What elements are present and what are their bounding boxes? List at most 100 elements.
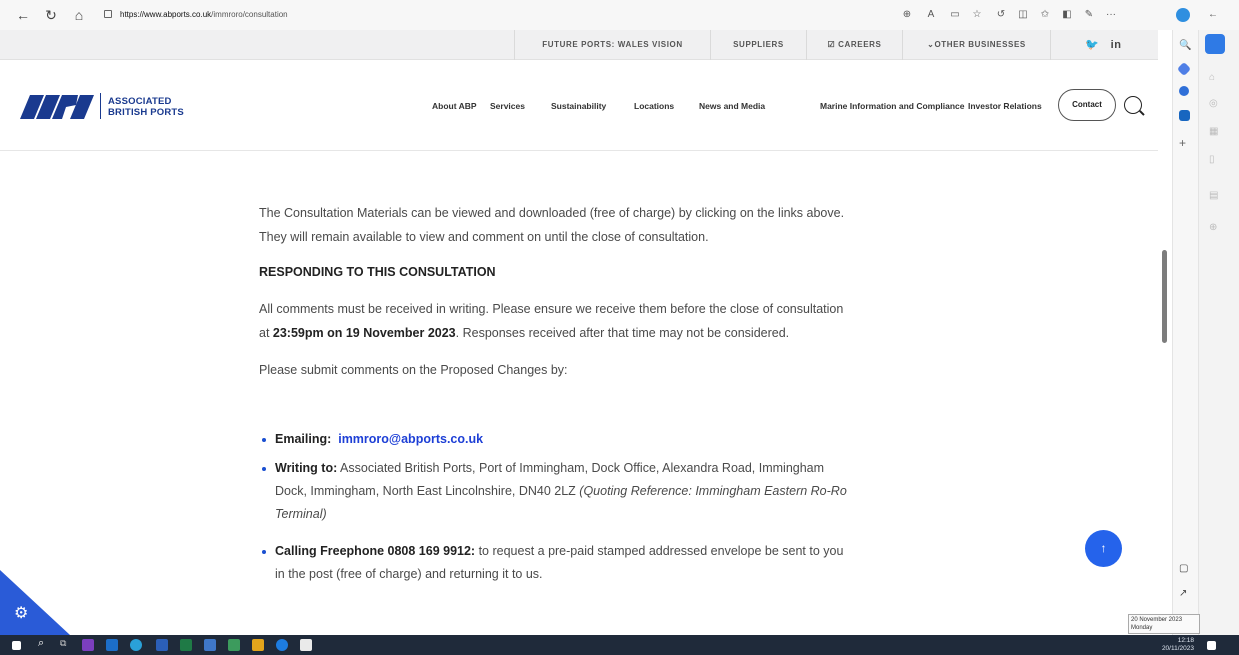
nav-investor-relations[interactable]: Investor Relations [968, 101, 1042, 111]
favorite-star-icon[interactable]: ☆ [970, 8, 984, 22]
nav-sustainability[interactable]: Sustainability [551, 101, 606, 111]
url-host: https://www.abports.co.uk [120, 10, 212, 19]
scrollbar-thumb[interactable] [1162, 250, 1167, 343]
refresh-extension-icon[interactable]: ↺ [994, 8, 1008, 22]
copilot-icon[interactable] [1176, 8, 1190, 22]
app-icon[interactable] [252, 639, 264, 651]
topnav-future-ports[interactable]: FUTURE PORTS: WALES VISION [514, 30, 710, 60]
bullet-dot [262, 550, 266, 554]
topnav-careers[interactable]: ☑ CAREERS [806, 30, 902, 60]
app-icon[interactable] [300, 639, 312, 651]
site-header: ASSOCIATED BRITISH PORTS About ABP Servi… [0, 61, 1158, 151]
chrome-icon[interactable] [276, 639, 288, 651]
collections-icon[interactable]: ◧ [1060, 8, 1074, 22]
list-item-calling: Calling Freephone 0808 169 9912: to requ… [275, 540, 925, 586]
tools-icon[interactable] [1179, 86, 1189, 96]
logo-line-1: ASSOCIATED [108, 96, 172, 107]
settings-circle-icon[interactable]: ⊕ [1209, 222, 1223, 236]
respond-line-2: at 23:59pm on 19 November 2023. Response… [259, 322, 939, 345]
app-icon[interactable] [228, 639, 240, 651]
top-utility-nav: FUTURE PORTS: WALES VISION SUPPLIERS ☑ C… [0, 30, 1158, 60]
search-icon[interactable]: ⌕ [38, 637, 50, 649]
back-to-top-button[interactable]: ↑ [1085, 530, 1122, 567]
split-screen-icon[interactable]: ◫ [1016, 8, 1030, 22]
nav-about[interactable]: About ABP [432, 101, 477, 111]
shopping-icon[interactable] [1176, 61, 1192, 77]
external-link-icon[interactable]: ↗ [1179, 588, 1193, 602]
layout-icon[interactable]: ▢ [1179, 563, 1193, 577]
reload-icon[interactable]: ↻ [42, 6, 60, 24]
writing-ref-2: Terminal) [275, 507, 327, 521]
calling-text-2: in the post (free of charge) and returni… [275, 567, 543, 581]
deadline: 23:59pm on 19 November 2023 [272, 326, 456, 340]
sidebar-collapse-icon[interactable]: ← [1206, 8, 1220, 22]
notification-icon[interactable] [1207, 641, 1216, 650]
date-tooltip: 20 November 2023 Monday [1128, 614, 1200, 634]
notes-icon[interactable]: ▤ [1209, 190, 1223, 204]
outlook-icon[interactable] [1179, 110, 1190, 121]
topnav-other-businesses[interactable]: ⌄OTHER BUSINESSES [902, 30, 1050, 60]
writing-text-2: Dock, Immingham, North East Lincolnshire… [275, 484, 580, 498]
bullet-dot [262, 438, 266, 442]
image-icon[interactable]: ▦ [1209, 126, 1223, 140]
abp-logo[interactable]: ASSOCIATED BRITISH PORTS [20, 91, 195, 121]
bullet-dot [262, 467, 266, 471]
email-label: Emailing: [275, 432, 332, 446]
apps-grid-icon[interactable] [1205, 34, 1225, 54]
zoom-icon[interactable]: ⊕ [900, 8, 914, 22]
respond-line-1: All comments must be received in writing… [259, 302, 844, 316]
home-icon[interactable]: ⌂ [70, 6, 88, 24]
writing-ref-1: (Quoting Reference: Immingham Eastern Ro… [579, 484, 847, 498]
excel-icon[interactable] [180, 639, 192, 651]
list-item-email: Emailing: immroro@abports.co.uk [275, 428, 925, 451]
respond-post: . Responses received after that time may… [455, 326, 790, 340]
read-aloud-icon[interactable]: A [924, 8, 938, 22]
clock-time: 12:18 [1177, 637, 1194, 644]
globe-icon[interactable]: ◎ [1209, 98, 1223, 112]
search-icon[interactable]: 🔍 [1179, 40, 1193, 54]
extensions-icon[interactable]: ✎ [1082, 8, 1096, 22]
email-link[interactable]: immroro@abports.co.uk [338, 432, 483, 446]
twitter-icon[interactable]: 🐦 [1085, 39, 1099, 51]
start-icon[interactable] [12, 641, 21, 650]
nav-locations[interactable]: Locations [634, 101, 674, 111]
reader-view-icon[interactable]: ▭ [948, 8, 962, 22]
abp-logo-mark [20, 95, 94, 119]
browser-toolbar: ← ↻ ⌂ https://www.abports.co.uk/immroro/… [0, 0, 1239, 30]
cookie-settings-tab[interactable] [0, 570, 70, 635]
home-icon[interactable]: ⌂ [1209, 72, 1223, 86]
nav-news-media[interactable]: News and Media [699, 101, 765, 111]
calling-label: Calling Freephone 0808 169 9912: [275, 544, 476, 558]
nav-services[interactable]: Services [490, 101, 525, 111]
social-links: 🐦 in [1050, 30, 1156, 60]
nav-marine-info[interactable]: Marine Information and Compliance [820, 101, 965, 111]
contact-button[interactable]: Contact [1058, 89, 1116, 121]
word-icon[interactable] [156, 639, 168, 651]
tooltip-day: Monday [1131, 625, 1153, 631]
intro-line-2: They will remain available to view and c… [259, 230, 709, 244]
clock-date: 20/11/2023 [1161, 645, 1194, 652]
favorites-icon[interactable]: ✩ [1038, 8, 1052, 22]
more-menu-icon[interactable]: ··· [1104, 8, 1118, 22]
outlook-icon[interactable] [106, 639, 118, 651]
document-icon[interactable]: ▯ [1209, 154, 1223, 168]
back-icon[interactable]: ← [14, 6, 32, 24]
intro-line-1: The Consultation Materials can be viewed… [259, 206, 845, 220]
onenote-icon[interactable] [82, 639, 94, 651]
gear-icon[interactable]: ⚙ [14, 603, 28, 623]
address-bar[interactable]: https://www.abports.co.uk/immroro/consul… [104, 4, 864, 26]
url-path: /immroro/consultation [211, 10, 288, 19]
linkedin-icon[interactable]: in [1111, 39, 1122, 51]
writing-label: Writing to: [275, 461, 338, 475]
edge-icon[interactable] [130, 639, 142, 651]
submit-intro: Please submit comments on the Proposed C… [259, 363, 568, 377]
lock-icon [104, 10, 112, 18]
respond-pre: at [259, 326, 273, 340]
topnav-suppliers[interactable]: SUPPLIERS [710, 30, 806, 60]
search-icon[interactable] [1124, 96, 1142, 114]
edge-sidebar-apps: 🔍 + ▢ ↗ [1172, 30, 1198, 635]
add-icon[interactable]: + [1179, 136, 1193, 150]
teams-icon[interactable] [204, 639, 216, 651]
task-view-icon[interactable]: ⧉ [60, 638, 72, 650]
taskbar-clock[interactable]: 12:18 20/11/2023 [1152, 637, 1194, 653]
